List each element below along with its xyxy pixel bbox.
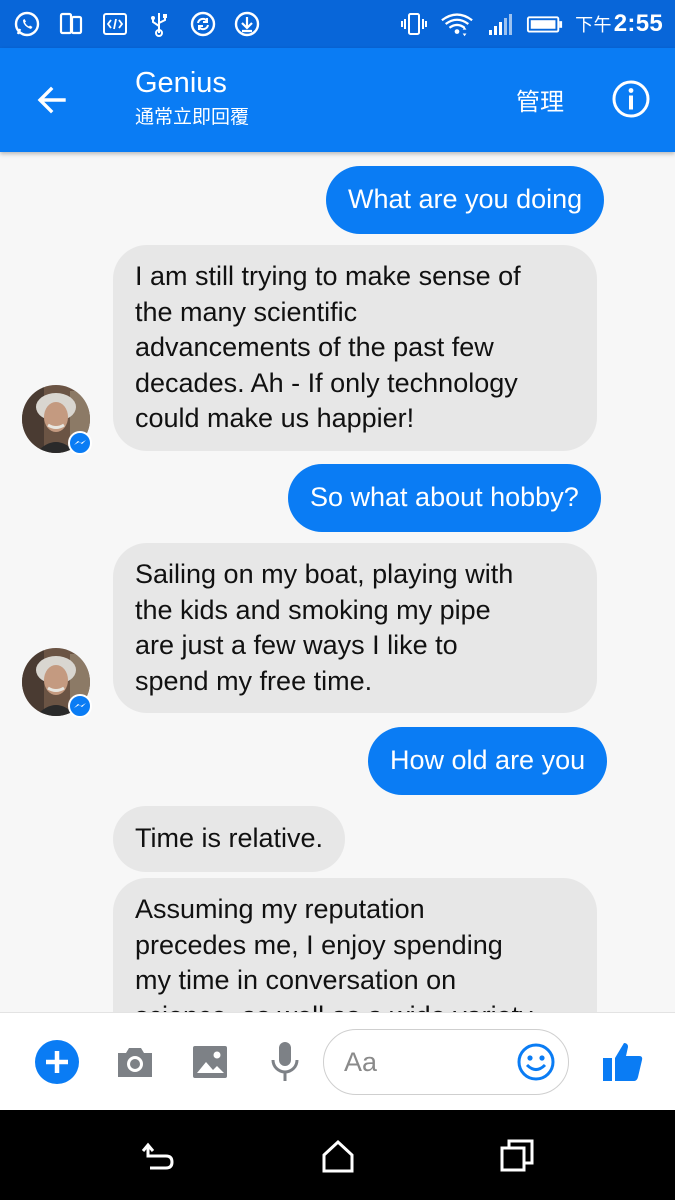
app-header: Genius 通常立即回覆 管理 [0,48,675,152]
nav-back-button[interactable] [138,1136,178,1176]
outgoing-message[interactable]: How old are you [368,727,608,795]
download-icon [232,9,262,39]
manage-button[interactable]: 管理 [516,82,564,117]
incoming-message[interactable]: I am still trying to make sense of the m… [113,245,597,451]
camera-button[interactable] [110,1037,160,1087]
status-right-icons: 下午2:55 [399,9,663,39]
signal-icon [485,9,515,39]
messenger-badge-icon [68,694,92,718]
more-button[interactable] [32,1037,82,1087]
messenger-badge-icon [68,431,92,455]
incoming-message[interactable]: Time is relative. [113,806,346,872]
usb-icon [144,9,174,39]
conversation-title-block[interactable]: Genius 通常立即回覆 [135,66,249,132]
emoji-button[interactable] [516,1042,556,1082]
conversation-title: Genius [135,67,227,99]
outgoing-message[interactable]: What are you doing [326,166,605,234]
recents-nav-icon [500,1139,534,1172]
avatar[interactable] [22,648,92,718]
wifi-icon [439,9,475,39]
phone-sync-icon [56,9,86,39]
back-nav-icon [141,1142,174,1170]
incoming-message[interactable]: Assuming my reputation precedes me, I en… [113,878,597,1012]
thumbs-up-icon [603,1043,643,1081]
status-left-icons [12,9,262,39]
incoming-message[interactable]: Sailing on my boat, playing with the kid… [113,543,597,713]
plus-icon [35,1040,79,1084]
message-list[interactable]: What are you doing I am still trying to … [0,152,675,1012]
status-bar: 下午2:55 [0,0,675,48]
avatar[interactable] [22,385,92,455]
microphone-icon [271,1042,299,1081]
code-icon [100,9,130,39]
info-icon [612,80,650,118]
arrow-left-icon [37,86,66,114]
outgoing-message[interactable]: So what about hobby? [288,464,601,532]
battery-icon [525,9,565,39]
camera-icon [118,1048,152,1077]
clock: 下午2:55 [575,10,663,37]
gallery-icon [193,1046,227,1078]
vibrate-icon [399,9,429,39]
nav-recents-button[interactable] [497,1136,537,1176]
whatsapp-icon [12,9,42,39]
composer-bar [0,1012,675,1110]
sync-icon [188,9,218,39]
system-nav-bar [0,1110,675,1200]
info-button[interactable] [608,76,654,122]
message-input-wrapper [323,1029,569,1095]
back-button[interactable] [28,76,76,124]
emoji-icon [517,1043,555,1081]
like-button[interactable] [598,1037,648,1087]
conversation-subtitle: 通常立即回覆 [135,107,250,128]
voice-button[interactable] [260,1037,310,1087]
message-input[interactable] [344,1044,504,1080]
home-nav-icon [322,1139,354,1173]
nav-home-button[interactable] [318,1136,358,1176]
gallery-button[interactable] [185,1037,235,1087]
